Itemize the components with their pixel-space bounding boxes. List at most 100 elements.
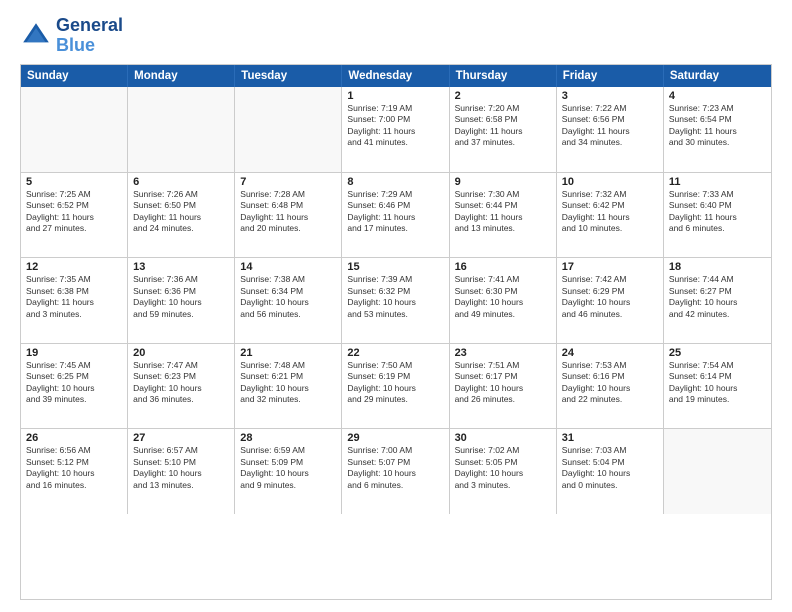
cal-cell: 3Sunrise: 7:22 AM Sunset: 6:56 PM Daylig…	[557, 87, 664, 172]
cal-row-0: 1Sunrise: 7:19 AM Sunset: 7:00 PM Daylig…	[21, 87, 771, 172]
day-info: Sunrise: 7:22 AM Sunset: 6:56 PM Dayligh…	[562, 103, 658, 149]
cal-cell: 22Sunrise: 7:50 AM Sunset: 6:19 PM Dayli…	[342, 344, 449, 428]
cal-cell: 10Sunrise: 7:32 AM Sunset: 6:42 PM Dayli…	[557, 173, 664, 257]
cal-cell: 18Sunrise: 7:44 AM Sunset: 6:27 PM Dayli…	[664, 258, 771, 342]
cal-cell: 6Sunrise: 7:26 AM Sunset: 6:50 PM Daylig…	[128, 173, 235, 257]
cal-cell: 19Sunrise: 7:45 AM Sunset: 6:25 PM Dayli…	[21, 344, 128, 428]
cal-cell: 17Sunrise: 7:42 AM Sunset: 6:29 PM Dayli…	[557, 258, 664, 342]
day-info: Sunrise: 7:42 AM Sunset: 6:29 PM Dayligh…	[562, 274, 658, 320]
day-info: Sunrise: 7:47 AM Sunset: 6:23 PM Dayligh…	[133, 360, 229, 406]
day-info: Sunrise: 7:35 AM Sunset: 6:38 PM Dayligh…	[26, 274, 122, 320]
day-number: 2	[455, 90, 551, 102]
logo-text: General Blue	[56, 16, 123, 56]
cal-cell: 4Sunrise: 7:23 AM Sunset: 6:54 PM Daylig…	[664, 87, 771, 172]
weekday-thursday: Thursday	[450, 65, 557, 87]
cal-cell: 28Sunrise: 6:59 AM Sunset: 5:09 PM Dayli…	[235, 429, 342, 513]
calendar: SundayMondayTuesdayWednesdayThursdayFrid…	[20, 64, 772, 600]
cal-cell: 11Sunrise: 7:33 AM Sunset: 6:40 PM Dayli…	[664, 173, 771, 257]
day-number: 19	[26, 347, 122, 359]
cal-cell: 25Sunrise: 7:54 AM Sunset: 6:14 PM Dayli…	[664, 344, 771, 428]
cal-row-1: 5Sunrise: 7:25 AM Sunset: 6:52 PM Daylig…	[21, 172, 771, 257]
day-info: Sunrise: 7:29 AM Sunset: 6:46 PM Dayligh…	[347, 189, 443, 235]
day-number: 9	[455, 176, 551, 188]
cal-cell	[21, 87, 128, 172]
day-info: Sunrise: 7:03 AM Sunset: 5:04 PM Dayligh…	[562, 445, 658, 491]
cal-row-3: 19Sunrise: 7:45 AM Sunset: 6:25 PM Dayli…	[21, 343, 771, 428]
day-number: 15	[347, 261, 443, 273]
day-number: 10	[562, 176, 658, 188]
cal-cell: 21Sunrise: 7:48 AM Sunset: 6:21 PM Dayli…	[235, 344, 342, 428]
cal-cell: 30Sunrise: 7:02 AM Sunset: 5:05 PM Dayli…	[450, 429, 557, 513]
cal-cell	[235, 87, 342, 172]
cal-cell: 27Sunrise: 6:57 AM Sunset: 5:10 PM Dayli…	[128, 429, 235, 513]
page: General Blue SundayMondayTuesdayWednesda…	[0, 0, 792, 612]
cal-cell: 5Sunrise: 7:25 AM Sunset: 6:52 PM Daylig…	[21, 173, 128, 257]
header: General Blue	[20, 16, 772, 56]
day-number: 14	[240, 261, 336, 273]
weekday-monday: Monday	[128, 65, 235, 87]
day-info: Sunrise: 7:38 AM Sunset: 6:34 PM Dayligh…	[240, 274, 336, 320]
day-number: 31	[562, 432, 658, 444]
cal-cell: 26Sunrise: 6:56 AM Sunset: 5:12 PM Dayli…	[21, 429, 128, 513]
weekday-sunday: Sunday	[21, 65, 128, 87]
day-info: Sunrise: 7:19 AM Sunset: 7:00 PM Dayligh…	[347, 103, 443, 149]
day-info: Sunrise: 7:32 AM Sunset: 6:42 PM Dayligh…	[562, 189, 658, 235]
weekday-saturday: Saturday	[664, 65, 771, 87]
day-number: 18	[669, 261, 766, 273]
day-info: Sunrise: 7:45 AM Sunset: 6:25 PM Dayligh…	[26, 360, 122, 406]
day-number: 13	[133, 261, 229, 273]
cal-cell	[664, 429, 771, 513]
day-info: Sunrise: 7:20 AM Sunset: 6:58 PM Dayligh…	[455, 103, 551, 149]
day-info: Sunrise: 7:26 AM Sunset: 6:50 PM Dayligh…	[133, 189, 229, 235]
cal-row-2: 12Sunrise: 7:35 AM Sunset: 6:38 PM Dayli…	[21, 257, 771, 342]
day-info: Sunrise: 7:50 AM Sunset: 6:19 PM Dayligh…	[347, 360, 443, 406]
day-number: 27	[133, 432, 229, 444]
cal-cell: 14Sunrise: 7:38 AM Sunset: 6:34 PM Dayli…	[235, 258, 342, 342]
day-info: Sunrise: 7:54 AM Sunset: 6:14 PM Dayligh…	[669, 360, 766, 406]
weekday-friday: Friday	[557, 65, 664, 87]
cal-cell: 13Sunrise: 7:36 AM Sunset: 6:36 PM Dayli…	[128, 258, 235, 342]
day-number: 3	[562, 90, 658, 102]
day-info: Sunrise: 7:36 AM Sunset: 6:36 PM Dayligh…	[133, 274, 229, 320]
day-number: 20	[133, 347, 229, 359]
day-info: Sunrise: 7:00 AM Sunset: 5:07 PM Dayligh…	[347, 445, 443, 491]
cal-cell: 20Sunrise: 7:47 AM Sunset: 6:23 PM Dayli…	[128, 344, 235, 428]
cal-cell: 7Sunrise: 7:28 AM Sunset: 6:48 PM Daylig…	[235, 173, 342, 257]
day-number: 11	[669, 176, 766, 188]
day-info: Sunrise: 7:33 AM Sunset: 6:40 PM Dayligh…	[669, 189, 766, 235]
cal-cell: 31Sunrise: 7:03 AM Sunset: 5:04 PM Dayli…	[557, 429, 664, 513]
day-number: 12	[26, 261, 122, 273]
cal-cell: 1Sunrise: 7:19 AM Sunset: 7:00 PM Daylig…	[342, 87, 449, 172]
calendar-body: 1Sunrise: 7:19 AM Sunset: 7:00 PM Daylig…	[21, 87, 771, 599]
cal-row-4: 26Sunrise: 6:56 AM Sunset: 5:12 PM Dayli…	[21, 428, 771, 513]
cal-cell: 29Sunrise: 7:00 AM Sunset: 5:07 PM Dayli…	[342, 429, 449, 513]
day-info: Sunrise: 7:48 AM Sunset: 6:21 PM Dayligh…	[240, 360, 336, 406]
day-number: 7	[240, 176, 336, 188]
weekday-tuesday: Tuesday	[235, 65, 342, 87]
day-info: Sunrise: 6:59 AM Sunset: 5:09 PM Dayligh…	[240, 445, 336, 491]
day-number: 21	[240, 347, 336, 359]
day-info: Sunrise: 6:57 AM Sunset: 5:10 PM Dayligh…	[133, 445, 229, 491]
day-number: 29	[347, 432, 443, 444]
day-info: Sunrise: 7:39 AM Sunset: 6:32 PM Dayligh…	[347, 274, 443, 320]
day-number: 23	[455, 347, 551, 359]
day-number: 16	[455, 261, 551, 273]
day-info: Sunrise: 7:02 AM Sunset: 5:05 PM Dayligh…	[455, 445, 551, 491]
cal-cell: 16Sunrise: 7:41 AM Sunset: 6:30 PM Dayli…	[450, 258, 557, 342]
day-info: Sunrise: 7:44 AM Sunset: 6:27 PM Dayligh…	[669, 274, 766, 320]
day-info: Sunrise: 7:25 AM Sunset: 6:52 PM Dayligh…	[26, 189, 122, 235]
logo-icon	[20, 20, 52, 52]
calendar-header: SundayMondayTuesdayWednesdayThursdayFrid…	[21, 65, 771, 87]
day-info: Sunrise: 7:28 AM Sunset: 6:48 PM Dayligh…	[240, 189, 336, 235]
day-number: 1	[347, 90, 443, 102]
day-number: 26	[26, 432, 122, 444]
day-number: 24	[562, 347, 658, 359]
cal-cell: 12Sunrise: 7:35 AM Sunset: 6:38 PM Dayli…	[21, 258, 128, 342]
day-info: Sunrise: 7:23 AM Sunset: 6:54 PM Dayligh…	[669, 103, 766, 149]
cal-cell: 15Sunrise: 7:39 AM Sunset: 6:32 PM Dayli…	[342, 258, 449, 342]
day-number: 25	[669, 347, 766, 359]
day-number: 22	[347, 347, 443, 359]
day-number: 30	[455, 432, 551, 444]
day-info: Sunrise: 7:51 AM Sunset: 6:17 PM Dayligh…	[455, 360, 551, 406]
cal-cell	[128, 87, 235, 172]
